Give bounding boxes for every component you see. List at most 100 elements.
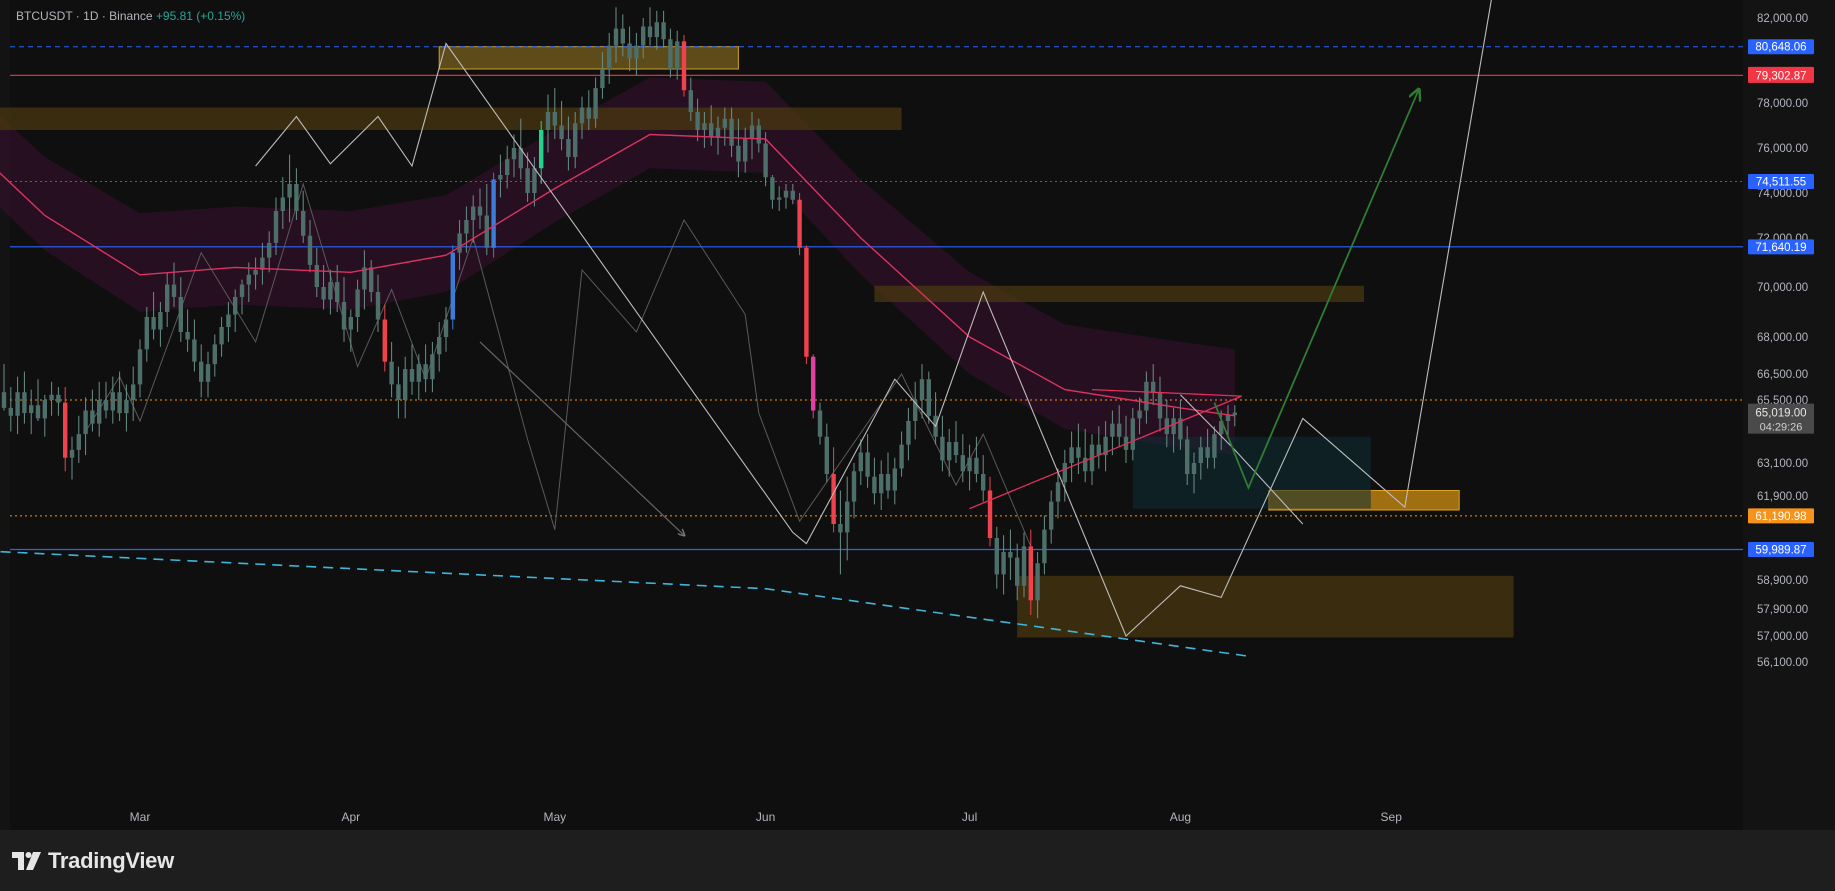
- price-chart[interactable]: Mar Apr May Jun Jul Aug Sep 82,000.00 78,000.00 7…: [0, 0, 1835, 830]
- candle-body[interactable]: [525, 168, 530, 193]
- candle-body[interactable]: [1185, 439, 1190, 474]
- candle-body[interactable]: [729, 118, 734, 146]
- candle-body[interactable]: [29, 405, 34, 414]
- candle-body[interactable]: [396, 384, 401, 400]
- candle-body[interactable]: [144, 317, 149, 350]
- candle-body[interactable]: [165, 284, 170, 312]
- candle-body[interactable]: [505, 159, 510, 175]
- candle-body[interactable]: [219, 327, 224, 345]
- candle-body[interactable]: [539, 130, 544, 169]
- candle-body[interactable]: [872, 476, 877, 494]
- candle-body[interactable]: [797, 199, 802, 248]
- candle-body[interactable]: [110, 392, 115, 411]
- candle-body[interactable]: [369, 267, 374, 292]
- candle-body[interactable]: [1062, 463, 1067, 483]
- candle-body[interactable]: [348, 317, 353, 330]
- candle-body[interactable]: [661, 22, 666, 40]
- candle-body[interactable]: [124, 400, 129, 414]
- candle-body[interactable]: [919, 379, 925, 400]
- candle-body[interactable]: [953, 442, 959, 456]
- candle-body[interactable]: [545, 112, 551, 130]
- candle-body[interactable]: [1151, 381, 1156, 393]
- candle-body[interactable]: [1035, 563, 1040, 601]
- candle-body[interactable]: [280, 197, 285, 212]
- candle-body[interactable]: [668, 39, 673, 69]
- candle-body[interactable]: [1028, 546, 1033, 601]
- candle-body[interactable]: [858, 452, 863, 472]
- candle-body[interactable]: [8, 407, 13, 416]
- candle-body[interactable]: [756, 125, 761, 144]
- candle-body[interactable]: [634, 45, 639, 59]
- candle-body[interactable]: [301, 211, 306, 236]
- candle-body[interactable]: [607, 45, 612, 69]
- candle-body[interactable]: [15, 392, 20, 416]
- candle-body[interactable]: [192, 339, 197, 362]
- candle-body[interactable]: [1171, 418, 1176, 435]
- candle-body[interactable]: [76, 434, 81, 450]
- candle-body[interactable]: [498, 175, 503, 180]
- candle-body[interactable]: [328, 282, 333, 300]
- candle-body[interactable]: [464, 220, 469, 234]
- candle-body[interactable]: [1232, 412, 1237, 416]
- candle-body[interactable]: [63, 402, 68, 458]
- candle-body[interactable]: [239, 284, 245, 297]
- candle-body[interactable]: [253, 269, 258, 275]
- candle-body[interactable]: [613, 28, 619, 46]
- candle-body[interactable]: [892, 468, 897, 491]
- candle-body[interactable]: [885, 474, 891, 491]
- candle-body[interactable]: [403, 369, 408, 400]
- candle-body[interactable]: [899, 444, 904, 469]
- candle-body[interactable]: [824, 436, 829, 474]
- candle-body[interactable]: [83, 410, 88, 435]
- candle-body[interactable]: [1144, 381, 1149, 411]
- candle-body[interactable]: [511, 148, 517, 160]
- candle-body[interactable]: [477, 206, 483, 216]
- candle-body[interactable]: [56, 394, 61, 403]
- candle-body[interactable]: [994, 538, 999, 575]
- candle-body[interactable]: [273, 211, 279, 243]
- candle-body[interactable]: [1137, 410, 1142, 419]
- candle-body[interactable]: [307, 235, 313, 265]
- candle-body[interactable]: [981, 474, 986, 491]
- candle-body[interactable]: [131, 384, 136, 400]
- candle-body[interactable]: [1042, 529, 1047, 564]
- candle-body[interactable]: [1, 392, 7, 408]
- candle-body[interactable]: [702, 123, 707, 130]
- candle-body[interactable]: [1212, 434, 1217, 458]
- zigzag-projection[interactable]: [255, 0, 1494, 637]
- candle-body[interactable]: [967, 457, 972, 472]
- zone-bright-0[interactable]: [438, 46, 739, 70]
- candle-body[interactable]: [382, 319, 387, 362]
- candle-body[interactable]: [1117, 423, 1122, 437]
- candle-body[interactable]: [627, 43, 632, 59]
- candle-body[interactable]: [117, 392, 122, 414]
- candle-body[interactable]: [906, 421, 911, 445]
- candle-body[interactable]: [865, 452, 870, 477]
- candle-body[interactable]: [35, 405, 41, 419]
- candle-body[interactable]: [722, 118, 727, 128]
- candle-body[interactable]: [940, 436, 945, 461]
- candle-body[interactable]: [566, 139, 571, 157]
- candle-body[interactable]: [1055, 482, 1061, 502]
- candle-body[interactable]: [375, 292, 381, 320]
- candle-body[interactable]: [1110, 423, 1115, 437]
- candle-body[interactable]: [790, 190, 795, 200]
- candle-body[interactable]: [620, 28, 625, 44]
- candle-body[interactable]: [573, 123, 578, 157]
- candle-body[interactable]: [947, 442, 952, 461]
- candle-body[interactable]: [294, 184, 299, 211]
- candle-body[interactable]: [1008, 552, 1013, 558]
- candle-body[interactable]: [416, 364, 421, 382]
- candle-body[interactable]: [1130, 418, 1135, 450]
- candle-body[interactable]: [430, 354, 435, 380]
- candle-body[interactable]: [321, 287, 326, 300]
- candle-body[interactable]: [783, 190, 789, 198]
- candle-body[interactable]: [1096, 444, 1101, 456]
- candle-body[interactable]: [355, 289, 360, 318]
- candle-body[interactable]: [22, 392, 27, 414]
- candle-body[interactable]: [1198, 447, 1203, 463]
- candle-body[interactable]: [960, 455, 965, 472]
- candle-body[interactable]: [423, 364, 428, 380]
- candle-body[interactable]: [600, 69, 605, 89]
- candle-body[interactable]: [552, 112, 557, 126]
